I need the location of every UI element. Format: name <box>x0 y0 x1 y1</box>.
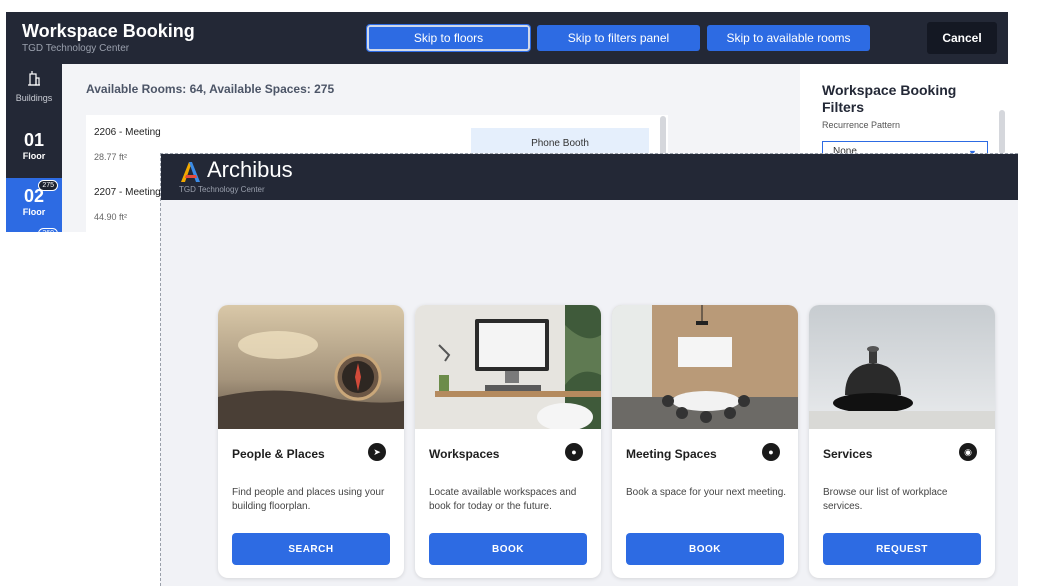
card-description: Find people and places using your buildi… <box>232 487 385 512</box>
building-icon <box>28 71 40 86</box>
book-meeting-button[interactable]: BOOK <box>626 533 784 565</box>
request-service-button[interactable]: REQUEST <box>823 533 981 565</box>
room-area: 28.77 ft² <box>94 152 128 162</box>
meeting-spaces-card: Meeting Spaces ● Book a space for your n… <box>612 305 798 578</box>
archibus-window: Archibus TGD Technology Center People & … <box>160 153 1018 586</box>
booking-subtitle: TGD Technology Center <box>22 43 130 54</box>
card-title: Services <box>823 447 873 461</box>
archibus-subtitle: TGD Technology Center <box>179 185 265 194</box>
room-name[interactable]: 2206 - Meeting <box>94 127 161 138</box>
compass-image <box>218 305 404 429</box>
chair-icon: ● <box>565 443 583 461</box>
card-title: Workspaces <box>429 447 500 461</box>
booking-title: Workspace Booking <box>22 21 195 41</box>
compass-icon: ➤ <box>368 443 386 461</box>
buildings-button[interactable]: Buildings <box>6 70 62 103</box>
bell-icon: ◉ <box>959 443 977 461</box>
floor-sidebar: Buildings 01 Floor 275 02 Floor 260 <box>6 64 62 232</box>
floor-02-button[interactable]: 275 02 Floor <box>6 178 62 230</box>
services-card: Services ◉ Browse our list of workplace … <box>809 305 995 578</box>
service-bell-image <box>809 305 995 429</box>
brand-name: Archibus <box>207 157 293 182</box>
people-icon: ● <box>762 443 780 461</box>
booking-header: Workspace Booking TGD Technology Center … <box>6 12 1008 64</box>
workspace-image <box>415 305 601 429</box>
archibus-header: Archibus TGD Technology Center <box>161 154 1018 200</box>
book-workspace-button[interactable]: BOOK <box>429 533 587 565</box>
card-description: Locate available workspaces and book for… <box>429 487 577 512</box>
skip-to-filters-button[interactable]: Skip to filters panel <box>537 25 700 51</box>
people-places-card: People & Places ➤ Find people and places… <box>218 305 404 578</box>
buildings-label: Buildings <box>15 93 53 103</box>
meeting-room-image <box>612 305 798 429</box>
skip-to-rooms-button[interactable]: Skip to available rooms <box>707 25 870 51</box>
archibus-logo-icon <box>181 162 200 182</box>
recurrence-label: Recurrence Pattern <box>822 120 901 130</box>
filters-title: Workspace Booking Filters <box>822 82 957 115</box>
floor-02-badge: 275 <box>38 180 58 191</box>
card-title: People & Places <box>232 447 325 461</box>
floor-01-button[interactable]: 01 Floor <box>6 122 62 170</box>
floor-label: Floor <box>22 207 46 217</box>
filters-scrollbar[interactable] <box>999 110 1005 154</box>
search-button[interactable]: SEARCH <box>232 533 390 565</box>
rooms-summary: Available Rooms: 64, Available Spaces: 2… <box>86 82 335 96</box>
cancel-button[interactable]: Cancel <box>927 22 997 54</box>
floor-number: 01 <box>23 130 45 150</box>
skip-to-floors-button[interactable]: Skip to floors <box>366 24 531 52</box>
room-name[interactable]: 2207 - Meeting <box>94 187 161 198</box>
card-description: Browse our list of workplace services. <box>823 487 948 512</box>
floor-label: Floor <box>22 151 46 161</box>
floor-03-badge: 260 <box>38 228 58 232</box>
card-description: Book a space for your next meeting. <box>626 487 787 498</box>
room-area: 44.90 ft² <box>94 212 128 222</box>
workspaces-card: Workspaces ● Locate available workspaces… <box>415 305 601 578</box>
floor-03-button[interactable]: 260 <box>6 228 62 232</box>
card-title: Meeting Spaces <box>626 447 717 461</box>
